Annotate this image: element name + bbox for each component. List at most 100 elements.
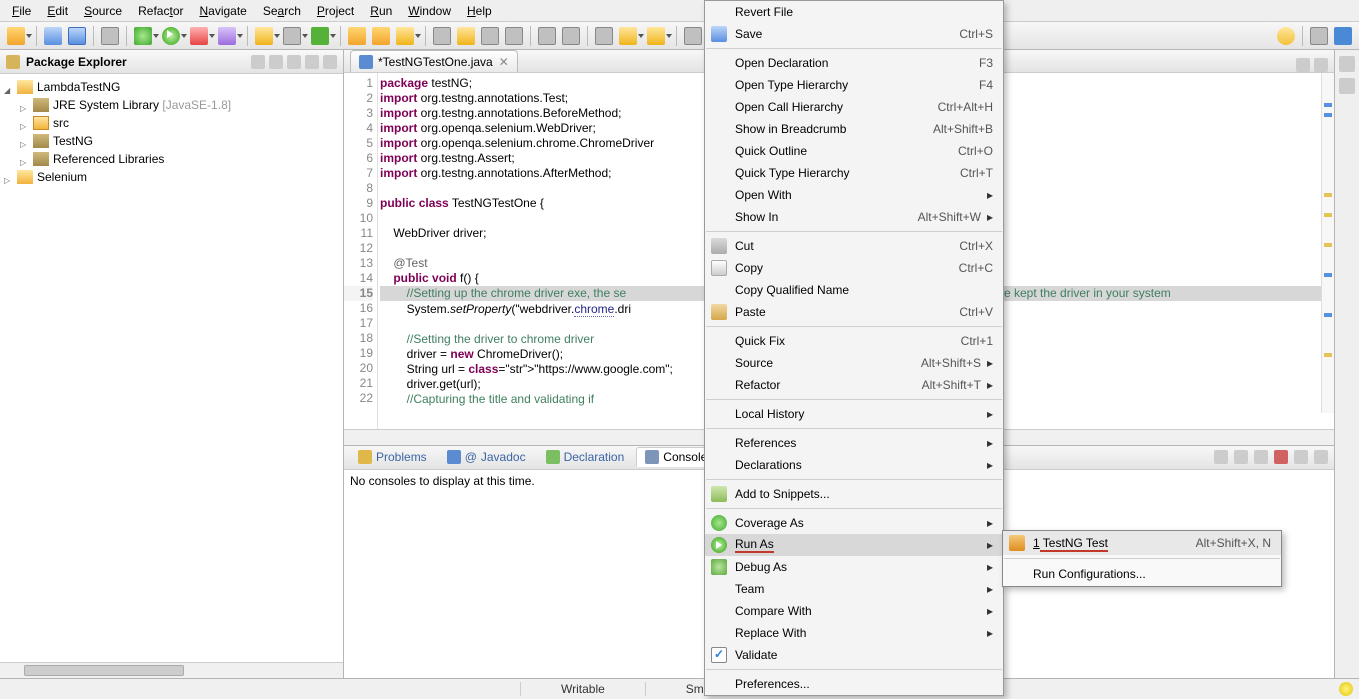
console-max-icon[interactable] <box>1314 450 1328 464</box>
open-console-icon[interactable] <box>1254 450 1268 464</box>
external-tools-icon[interactable] <box>218 27 236 45</box>
outline-trim-icon[interactable] <box>1339 56 1355 72</box>
last-edit-icon[interactable] <box>595 27 613 45</box>
menu-navigate[interactable]: Navigate <box>191 2 254 20</box>
close-tab-icon[interactable]: ✕ <box>499 55 509 69</box>
ctx-debug-as[interactable]: Debug As▸ <box>705 556 1003 578</box>
tree-src[interactable]: src <box>2 114 341 132</box>
ctx-copy[interactable]: CopyCtrl+C <box>705 257 1003 279</box>
editor-tab[interactable]: *TestNGTestOne.java ✕ <box>350 50 518 72</box>
save-all-icon[interactable] <box>68 27 86 45</box>
ctx-show-in[interactable]: Show InAlt+Shift+W▸ <box>705 206 1003 228</box>
ctx-open-call-hierarchy[interactable]: Open Call HierarchyCtrl+Alt+H <box>705 96 1003 118</box>
save-icon[interactable] <box>44 27 62 45</box>
overview-ruler[interactable] <box>1321 73 1334 413</box>
ctx-add-snippets[interactable]: Add to Snippets... <box>705 483 1003 505</box>
tasklist-trim-icon[interactable] <box>1339 78 1355 94</box>
open-task-icon[interactable] <box>372 27 390 45</box>
ctx-cut[interactable]: CutCtrl+X <box>705 235 1003 257</box>
display-console-icon[interactable] <box>1234 450 1248 464</box>
coverage-icon[interactable] <box>190 27 208 45</box>
new-java-icon[interactable] <box>255 27 273 45</box>
ctx-save[interactable]: SaveCtrl+S <box>705 23 1003 45</box>
annotation-next-icon[interactable] <box>562 27 580 45</box>
console-min-icon[interactable] <box>1294 450 1308 464</box>
editor-maximize-icon[interactable] <box>1314 58 1328 72</box>
open-type-icon[interactable] <box>348 27 366 45</box>
perspective-switch-icon[interactable] <box>1310 27 1328 45</box>
menu-search[interactable]: Search <box>255 2 309 20</box>
ctx-run-as[interactable]: Run As▸ <box>705 534 1003 556</box>
ctx-copy-qualified-name[interactable]: Copy Qualified Name <box>705 279 1003 301</box>
tree-jre[interactable]: JRE System Library [JavaSE-1.8] <box>2 96 341 114</box>
minimize-icon[interactable] <box>305 55 319 69</box>
annotation-prev-icon[interactable] <box>538 27 556 45</box>
java-perspective-icon[interactable] <box>1334 27 1352 45</box>
tab-problems[interactable]: Problems <box>350 448 435 466</box>
tree-selenium[interactable]: Selenium <box>2 168 341 186</box>
new-icon[interactable] <box>7 27 25 45</box>
ctx-show-breadcrumb[interactable]: Show in BreadcrumbAlt+Shift+B <box>705 118 1003 140</box>
ctx-validate[interactable]: Validate <box>705 644 1003 666</box>
debug-icon[interactable] <box>134 27 152 45</box>
back-icon[interactable] <box>619 27 637 45</box>
run-as-submenu[interactable]: 1 TestNG Test Alt+Shift+X, N Run Configu… <box>1002 530 1282 587</box>
ctx-open-type-hierarchy[interactable]: Open Type HierarchyF4 <box>705 74 1003 96</box>
ctx-paste[interactable]: PasteCtrl+V <box>705 301 1003 323</box>
editor-minimize-icon[interactable] <box>1296 58 1310 72</box>
toggle-breadcrumb-icon[interactable] <box>433 27 451 45</box>
maximize-icon[interactable] <box>323 55 337 69</box>
ctx-open-with[interactable]: Open With▸ <box>705 184 1003 206</box>
ctx-local-history[interactable]: Local History▸ <box>705 403 1003 425</box>
view-menu-icon[interactable] <box>287 55 301 69</box>
search-icon[interactable] <box>396 27 414 45</box>
link-editor-icon[interactable] <box>269 55 283 69</box>
ctx-compare-with[interactable]: Compare With▸ <box>705 600 1003 622</box>
ctx-declarations[interactable]: Declarations▸ <box>705 454 1003 476</box>
runas-testng[interactable]: 1 TestNG Test Alt+Shift+X, N <box>1003 531 1281 555</box>
editor-context-menu[interactable]: Revert File SaveCtrl+S Open DeclarationF… <box>704 0 1004 696</box>
new-package-icon[interactable] <box>283 27 301 45</box>
menu-refactor[interactable]: Refactor <box>130 2 191 20</box>
ctx-coverage-as[interactable]: Coverage As▸ <box>705 512 1003 534</box>
pin-console-icon[interactable] <box>1214 450 1228 464</box>
ctx-revert[interactable]: Revert File <box>705 1 1003 23</box>
tab-declaration[interactable]: Declaration <box>538 448 633 466</box>
ctx-quick-fix[interactable]: Quick FixCtrl+1 <box>705 330 1003 352</box>
pin-icon[interactable] <box>684 27 702 45</box>
ctx-refactor[interactable]: RefactorAlt+Shift+T▸ <box>705 374 1003 396</box>
tab-javadoc[interactable]: @ Javadoc <box>439 448 534 466</box>
project-tree[interactable]: LambdaTestNG JRE System Library [JavaSE-… <box>0 74 343 662</box>
ctx-references[interactable]: References▸ <box>705 432 1003 454</box>
toggle-icon[interactable] <box>101 27 119 45</box>
run-icon[interactable] <box>162 27 180 45</box>
menu-window[interactable]: Window <box>400 2 459 20</box>
menu-source[interactable]: Source <box>76 2 130 20</box>
tree-reflib[interactable]: Referenced Libraries <box>2 150 341 168</box>
tip-bulb-icon[interactable] <box>1339 682 1353 696</box>
quick-access-icon[interactable] <box>1277 27 1295 45</box>
tree-hscroll[interactable] <box>0 662 343 678</box>
menu-project[interactable]: Project <box>309 2 362 20</box>
show-ws-icon[interactable] <box>505 27 523 45</box>
menu-file[interactable]: File <box>4 2 39 20</box>
runas-configurations[interactable]: Run Configurations... <box>1003 562 1281 586</box>
collapse-all-icon[interactable] <box>251 55 265 69</box>
ctx-team[interactable]: Team▸ <box>705 578 1003 600</box>
forward-icon[interactable] <box>647 27 665 45</box>
tree-project[interactable]: LambdaTestNG <box>2 78 341 96</box>
ctx-quick-outline[interactable]: Quick OutlineCtrl+O <box>705 140 1003 162</box>
ctx-open-declaration[interactable]: Open DeclarationF3 <box>705 52 1003 74</box>
remove-terminated-icon[interactable] <box>1274 450 1288 464</box>
ctx-preferences[interactable]: Preferences... <box>705 673 1003 695</box>
ctx-source[interactable]: SourceAlt+Shift+S▸ <box>705 352 1003 374</box>
ctx-quick-type-hierarchy[interactable]: Quick Type HierarchyCtrl+T <box>705 162 1003 184</box>
menu-edit[interactable]: Edit <box>39 2 76 20</box>
menu-help[interactable]: Help <box>459 2 500 20</box>
menu-run[interactable]: Run <box>362 2 400 20</box>
tree-testng[interactable]: TestNG <box>2 132 341 150</box>
mark-occur-icon[interactable] <box>457 27 475 45</box>
ctx-replace-with[interactable]: Replace With▸ <box>705 622 1003 644</box>
block-sel-icon[interactable] <box>481 27 499 45</box>
new-class-icon[interactable] <box>311 27 329 45</box>
